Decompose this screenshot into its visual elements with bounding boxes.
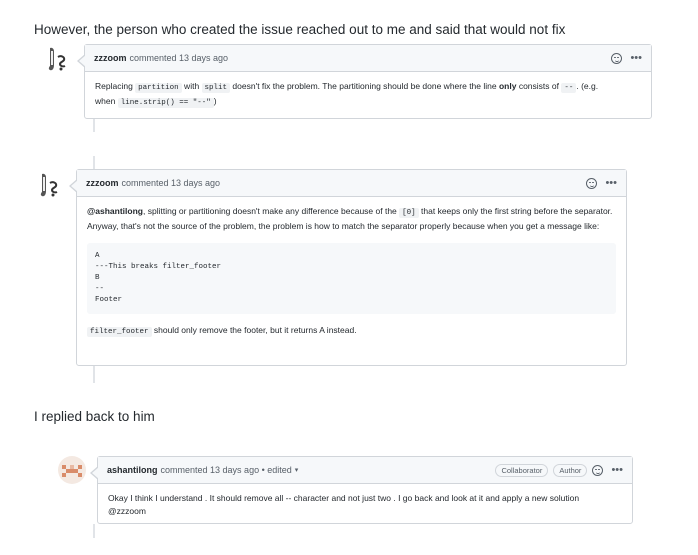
timeline-line [93,524,95,538]
emoji-reaction-icon[interactable] [611,52,623,64]
comment-timestamp[interactable]: commented 13 days ago [130,53,229,63]
inline-code: filter_footer [87,327,152,337]
emoji-reaction-icon[interactable] [586,177,598,189]
author-badge: Author [553,463,588,477]
timeline-line [93,365,95,383]
prose-intro: However, the person who created the issu… [34,22,566,37]
caret-down-icon[interactable]: ▾ [295,466,299,474]
octocat-avatar-icon[interactable] [46,45,74,73]
comment-box: zzzoom commented 13 days ago ••• Replaci… [77,44,652,119]
comment-box: zzzoom commented 13 days ago ••• @ashant… [69,169,627,366]
prose-reply: I replied back to him [34,409,155,424]
comment-timestamp[interactable]: commented 13 days ago [122,178,221,188]
kebab-menu-icon[interactable]: ••• [605,177,617,189]
inline-code: [0] [399,208,419,218]
inline-code: line.strip() == "--" [117,98,214,108]
timeline-line [93,118,95,132]
collaborator-badge: Collaborator [495,463,549,477]
comment-timestamp[interactable]: commented 13 days ago • edited [161,465,292,475]
code-block: A ---This breaks filter_footer B -- Foot… [87,243,616,314]
comment-header: ashantilong commented 13 days ago • edit… [98,457,632,484]
kebab-menu-icon[interactable]: ••• [611,464,623,476]
pixel-avatar-icon[interactable] [58,456,86,484]
emoji-reaction-icon[interactable] [592,464,604,476]
comment-header: zzzoom commented 13 days ago ••• [85,45,651,72]
inline-code: split [201,83,231,93]
octocat-avatar-icon[interactable] [38,171,66,199]
inline-code: -- [561,83,577,93]
comment-box: ashantilong commented 13 days ago • edit… [90,456,633,524]
comment-body: @ashantilong, splitting or partitioning … [77,197,626,347]
inline-code: partition [135,83,182,93]
kebab-menu-icon[interactable]: ••• [630,52,642,64]
user-mention[interactable]: @ashantilong [87,206,143,216]
comment-author[interactable]: ashantilong [107,465,158,475]
comment-body: Replacing partition with split doesn't f… [95,81,599,108]
comment-author[interactable]: zzzoom [86,178,119,188]
comment-body: Okay I think I understand . It should re… [108,493,580,516]
comment-author[interactable]: zzzoom [94,53,127,63]
comment-header: zzzoom commented 13 days ago ••• [77,170,626,197]
